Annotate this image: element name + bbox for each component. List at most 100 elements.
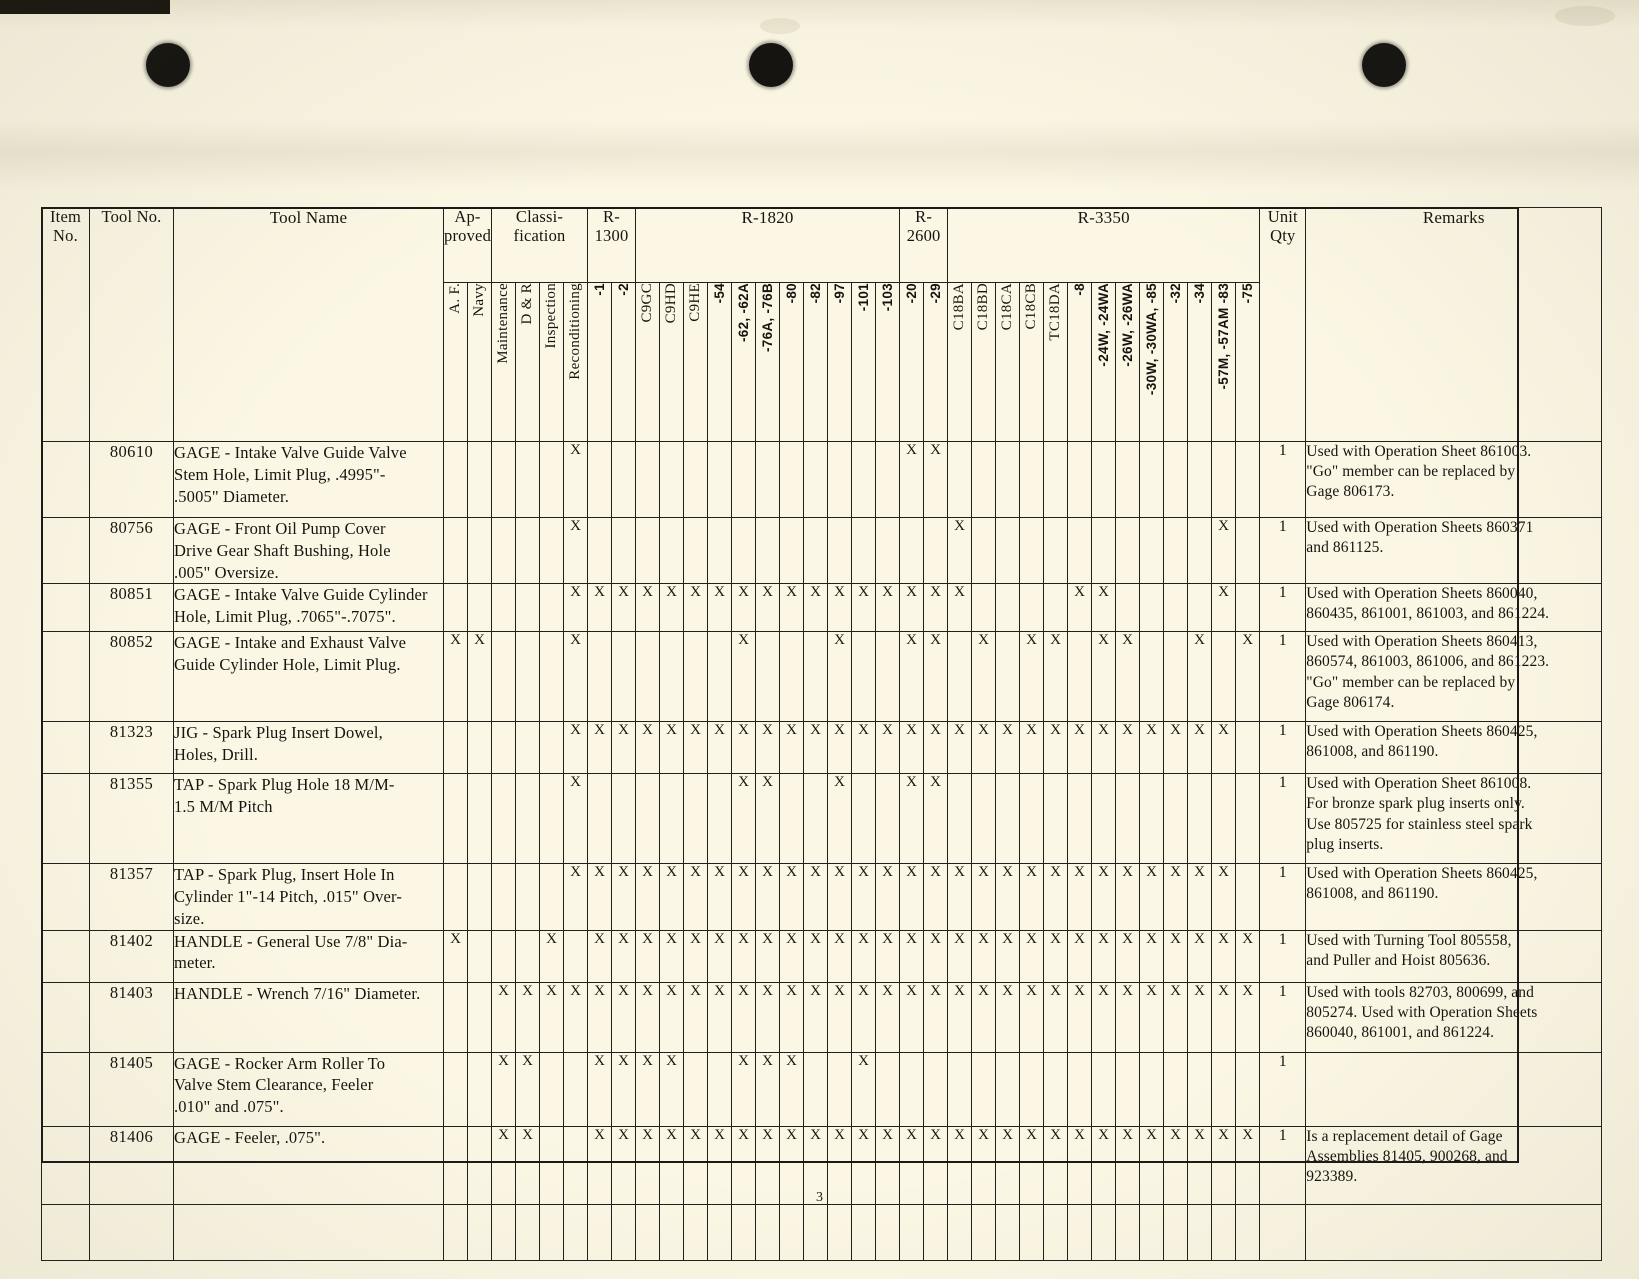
cell-mark-m97: X (827, 583, 852, 633)
cell-tool-name: JIG - Spark Plug Insert Dowel, Holes, Dri… (173, 721, 444, 775)
cell-mark-m32 (1163, 583, 1189, 633)
cell-mark-c18bd (971, 441, 997, 518)
cell-tool-no: 80756 (89, 516, 174, 585)
cell-empty (467, 1203, 492, 1261)
cell-mark-m97 (827, 1051, 852, 1127)
cell-mark-navy: X (467, 631, 492, 723)
cell-mark-m57m: X (1211, 929, 1237, 983)
column-header-m62: -62, -62A (731, 282, 756, 442)
cell-mark-dr (515, 721, 540, 775)
cell-mark-c18ba: X (947, 929, 973, 983)
cell-item-no (41, 583, 90, 633)
cell-mark-c9he: X (683, 929, 708, 983)
cell-mark-m8: X (1067, 929, 1093, 983)
cell-mark-m62: X (731, 863, 756, 931)
cell-mark-c18ba: X (947, 863, 973, 931)
cell-mark-c18ba: X (947, 583, 973, 633)
column-header-label: -54 (711, 283, 727, 304)
column-header-label: -34 (1191, 283, 1207, 304)
cell-mark-m82: X (803, 929, 828, 983)
cell-mark-tc18da: X (1043, 631, 1069, 723)
cell-mark-r1300_2 (611, 441, 636, 518)
cell-mark-m32: X (1163, 863, 1189, 931)
cell-unit-qty: 1 (1259, 981, 1307, 1053)
header-tool-name: Tool Name (173, 207, 444, 442)
cell-mark-m57m: X (1211, 721, 1237, 775)
cell-mark-m62 (731, 441, 756, 518)
cell-mark-m82 (803, 1051, 828, 1127)
cell-mark-m26w (1115, 1051, 1141, 1127)
cell-mark-c18bd: X (971, 981, 997, 1053)
cell-mark-m101 (851, 773, 876, 865)
cell-mark-r1300_2: X (611, 981, 636, 1053)
cell-mark-r1300_2 (611, 516, 636, 585)
cell-mark-m26w: X (1115, 929, 1141, 983)
cell-mark-m20: X (899, 981, 925, 1053)
cell-mark-c18ba (947, 441, 973, 518)
cell-mark-c18ca (995, 516, 1021, 585)
cell-tool-no: 81405 (89, 1051, 174, 1127)
cell-mark-m29: X (923, 863, 949, 931)
cell-mark-maint (491, 631, 516, 723)
cell-tool-name: TAP - Spark Plug Hole 18 M/M- 1.5 M/M Pit… (173, 773, 444, 865)
cell-mark-m29: X (923, 929, 949, 983)
cell-mark-m57m (1211, 441, 1237, 518)
cell-mark-m101 (851, 516, 876, 585)
cell-mark-m80: X (779, 721, 804, 775)
cell-mark-m80: X (779, 929, 804, 983)
cell-mark-m76: X (755, 929, 780, 983)
cell-mark-m34 (1187, 441, 1213, 518)
cell-mark-c18bd (971, 516, 997, 585)
cell-mark-m8 (1067, 1051, 1093, 1127)
cell-mark-c18ca (995, 773, 1021, 865)
cell-mark-m97: X (827, 773, 852, 865)
cell-mark-c18bd (971, 773, 997, 865)
cell-mark-m20: X (899, 863, 925, 931)
cell-mark-navy (467, 1051, 492, 1127)
cell-mark-dr (515, 441, 540, 518)
column-header-label: TC18DA (1047, 283, 1064, 341)
column-header-c18ba: C18BA (947, 282, 973, 442)
cell-item-no (41, 441, 90, 518)
cell-mark-m75 (1235, 863, 1261, 931)
cell-mark-c9gc (635, 631, 660, 723)
cell-mark-m101 (851, 441, 876, 518)
cell-mark-m57m (1211, 631, 1237, 723)
cell-mark-m80: X (779, 1051, 804, 1127)
cell-unit-qty: 1 (1259, 929, 1307, 983)
cell-empty (1115, 1203, 1141, 1261)
cell-mark-tc18da: X (1043, 863, 1069, 931)
cell-mark-c9he: X (683, 583, 708, 633)
cell-mark-maint (491, 516, 516, 585)
column-header-recond: Reconditioning (563, 282, 588, 442)
cell-empty (803, 1203, 828, 1261)
column-header-c9gc: C9GC (635, 282, 660, 442)
cell-unit-qty: 1 (1259, 631, 1307, 723)
cell-empty (443, 1203, 468, 1261)
cell-mark-m8 (1067, 441, 1093, 518)
cell-mark-m76: X (755, 773, 780, 865)
cell-mark-c18bd (971, 583, 997, 633)
cell-mark-m32: X (1163, 721, 1189, 775)
cell-mark-c18ca (995, 441, 1021, 518)
cell-mark-m101: X (851, 929, 876, 983)
column-header-label: -20 (903, 283, 919, 304)
cell-mark-m80: X (779, 583, 804, 633)
cell-mark-c9gc: X (635, 863, 660, 931)
cell-mark-m29: X (923, 631, 949, 723)
column-header-label: -32 (1167, 283, 1183, 304)
table-row: 81402 HANDLE - General Use 7/8" Dia-meter… (41, 929, 1603, 983)
cell-mark-m54 (707, 773, 732, 865)
cell-mark-af (443, 981, 468, 1053)
cell-mark-m54: X (707, 929, 732, 983)
cell-mark-c18cb: X (1019, 981, 1045, 1053)
column-header-m20: -20 (899, 282, 925, 442)
column-header-m57m: -57M, -57AM -83 (1211, 282, 1237, 442)
cell-mark-m32 (1163, 1051, 1189, 1127)
cell-empty (1067, 1203, 1093, 1261)
cell-mark-m32: X (1163, 981, 1189, 1053)
cell-mark-m97 (827, 441, 852, 518)
cell-mark-navy (467, 863, 492, 931)
binder-hole-center (749, 43, 793, 87)
cell-mark-c9hd (659, 441, 684, 518)
